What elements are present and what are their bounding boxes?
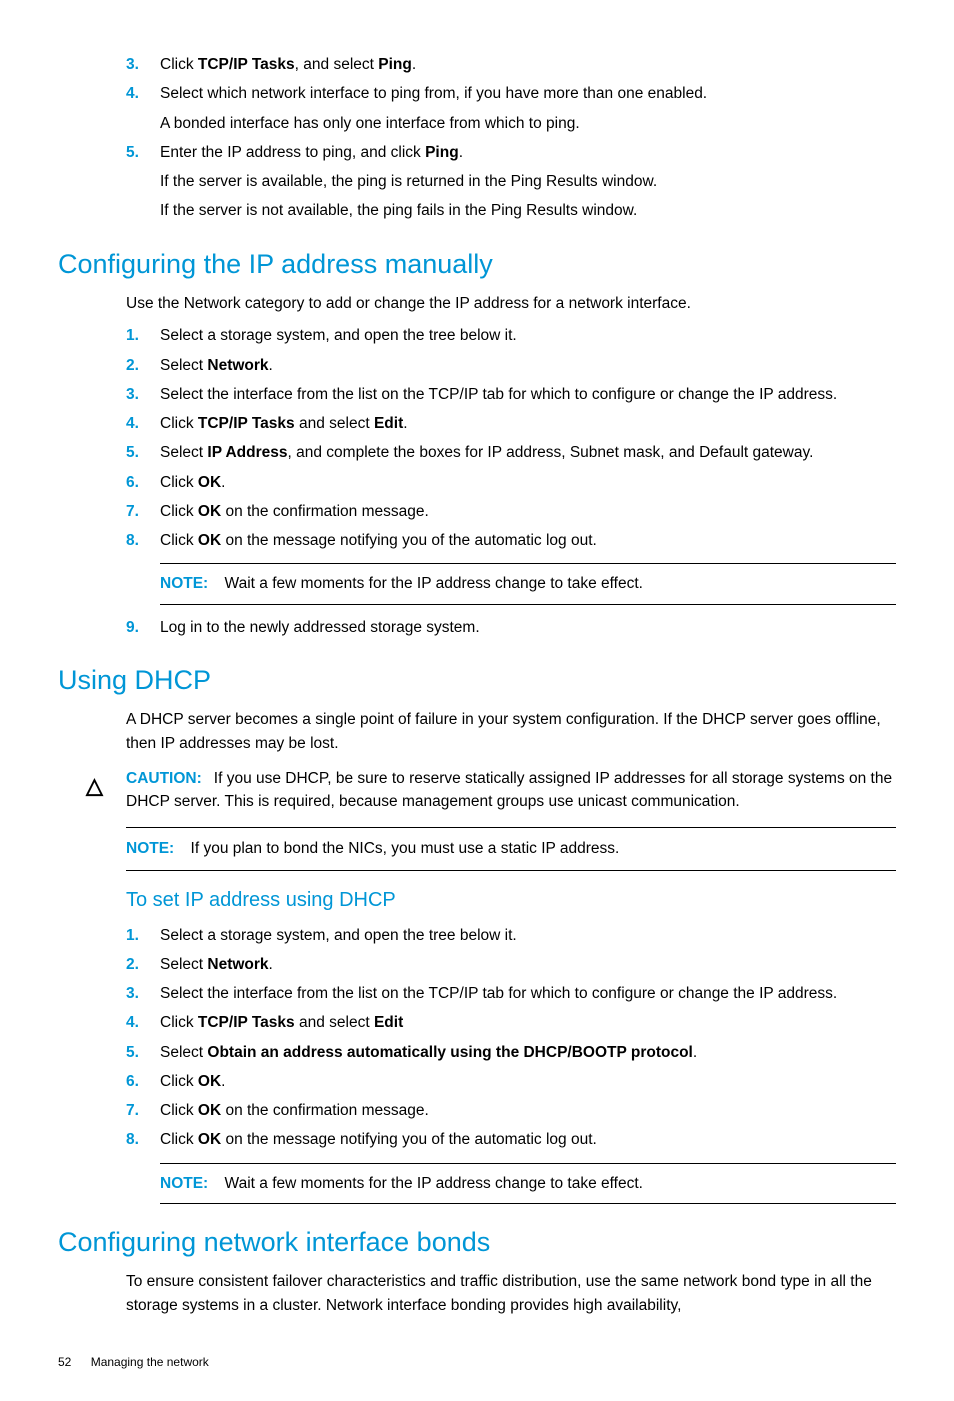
step-number: 2.	[126, 354, 139, 377]
step-number: 4.	[126, 412, 139, 435]
list-item: 5. Select IP Address, and complete the bo…	[126, 438, 896, 467]
sec2-intro: A DHCP server becomes a single point of …	[126, 708, 896, 755]
step-number: 7.	[126, 1099, 139, 1122]
page-number: 52	[58, 1355, 71, 1369]
step-number: 3.	[126, 383, 139, 406]
step-number: 6.	[126, 1070, 139, 1093]
step-text: Select the interface from the list on th…	[160, 985, 837, 1002]
step-text: Click OK on the confirmation message.	[160, 1102, 429, 1119]
sec3-intro: To ensure consistent failover characteri…	[126, 1270, 896, 1317]
list-item: 4. Select which network interface to ping…	[126, 79, 896, 138]
sec1-steps-b: 9. Log in to the newly addressed storage …	[126, 613, 896, 642]
step-number: 9.	[126, 616, 139, 639]
list-item: 4. Click TCP/IP Tasks and select Edit	[126, 1008, 896, 1037]
list-item: 3. Click TCP/IP Tasks, and select Ping.	[126, 50, 896, 79]
step-text: Click OK.	[160, 474, 225, 491]
sec2-note-outer: NOTE: If you plan to bond the NICs, you …	[126, 827, 896, 870]
step-number: 7.	[126, 500, 139, 523]
step-number: 3.	[126, 53, 139, 76]
list-item: 2. Select Network.	[126, 950, 896, 979]
step-text: Click OK on the confirmation message.	[160, 503, 429, 520]
sec1-note: NOTE: Wait a few moments for the IP addr…	[160, 563, 896, 604]
caution-body: If you use DHCP, be sure to reserve stat…	[126, 770, 892, 810]
list-item: 3. Select the interface from the list on …	[126, 380, 896, 409]
step-text: Log in to the newly addressed storage sy…	[160, 619, 480, 636]
list-item: 7. Click OK on the confirmation message.	[126, 1096, 896, 1125]
step-number: 3.	[126, 982, 139, 1005]
list-item: 5. Enter the IP address to ping, and clic…	[126, 138, 896, 226]
caution-block: △ CAUTION:If you use DHCP, be sure to re…	[86, 767, 896, 814]
step-text: Click OK on the message notifying you of…	[160, 532, 597, 549]
note-text: If you plan to bond the NICs, you must u…	[191, 840, 620, 857]
list-item: 4. Click TCP/IP Tasks and select Edit.	[126, 409, 896, 438]
list-item: 8. Click OK on the message notifying you …	[126, 1125, 896, 1154]
step-text: Click OK on the message notifying you of…	[160, 1131, 597, 1148]
heading-configuring-ip-manually: Configuring the IP address manually	[58, 244, 896, 285]
list-item: 1. Select a storage system, and open the …	[126, 921, 896, 950]
top-steps: 3. Click TCP/IP Tasks, and select Ping. 4.…	[126, 50, 896, 226]
step-number: 5.	[126, 441, 139, 464]
heading-set-ip-dhcp: To set IP address using DHCP	[126, 885, 896, 915]
list-item: 9. Log in to the newly addressed storage …	[126, 613, 896, 642]
step-text: Click TCP/IP Tasks and select Edit	[160, 1014, 403, 1031]
step-number: 2.	[126, 953, 139, 976]
list-item: 2. Select Network.	[126, 351, 896, 380]
caution-icon: △	[86, 767, 126, 814]
note-label: NOTE:	[126, 840, 174, 857]
step-text: Select the interface from the list on th…	[160, 386, 837, 403]
step-text: Select Network.	[160, 357, 273, 374]
step-text: Select Network.	[160, 956, 273, 973]
sec1-intro: Use the Network category to add or chang…	[126, 292, 896, 315]
step-number: 8.	[126, 1128, 139, 1151]
step-text: Select a storage system, and open the tr…	[160, 327, 517, 344]
note-text: Wait a few moments for the IP address ch…	[225, 575, 643, 592]
list-item: 3. Select the interface from the list on …	[126, 979, 896, 1008]
step-number: 4.	[126, 82, 139, 105]
step-number: 8.	[126, 529, 139, 552]
footer-title: Managing the network	[91, 1355, 209, 1369]
list-item: 8. Click OK on the message notifying you …	[126, 526, 896, 555]
page-footer: 52 Managing the network	[58, 1353, 896, 1371]
step-number: 4.	[126, 1011, 139, 1034]
caution-label: CAUTION:	[126, 770, 202, 787]
sec2-steps: 1. Select a storage system, and open the …	[126, 921, 896, 1155]
sec1-steps-a: 1. Select a storage system, and open the …	[126, 321, 896, 555]
step-text: Select IP Address, and complete the boxe…	[160, 444, 813, 461]
caution-text: CAUTION:If you use DHCP, be sure to rese…	[126, 767, 896, 814]
step-text: Select a storage system, and open the tr…	[160, 927, 517, 944]
step-number: 1.	[126, 324, 139, 347]
step-number: 6.	[126, 471, 139, 494]
list-item: 6. Click OK.	[126, 1067, 896, 1096]
step-text: Click TCP/IP Tasks, and select Ping.	[160, 56, 416, 73]
list-item: 5. Select Obtain an address automatically…	[126, 1038, 896, 1067]
step-text: Enter the IP address to ping, and click …	[160, 144, 896, 223]
heading-using-dhcp: Using DHCP	[58, 660, 896, 701]
list-item: 1. Select a storage system, and open the …	[126, 321, 896, 350]
step-text: Select Obtain an address automatically u…	[160, 1044, 697, 1061]
step-number: 1.	[126, 924, 139, 947]
step-number: 5.	[126, 141, 139, 164]
note-label: NOTE:	[160, 575, 208, 592]
note-text: Wait a few moments for the IP address ch…	[225, 1175, 643, 1192]
note-label: NOTE:	[160, 1175, 208, 1192]
list-item: 7. Click OK on the confirmation message.	[126, 497, 896, 526]
list-item: 6. Click OK.	[126, 468, 896, 497]
step-text: Click OK.	[160, 1073, 225, 1090]
sec2-note: NOTE: Wait a few moments for the IP addr…	[160, 1163, 896, 1204]
step-text: Select which network interface to ping f…	[160, 85, 896, 135]
heading-configuring-bonds: Configuring network interface bonds	[58, 1222, 896, 1263]
step-text: Click TCP/IP Tasks and select Edit.	[160, 415, 408, 432]
step-number: 5.	[126, 1041, 139, 1064]
